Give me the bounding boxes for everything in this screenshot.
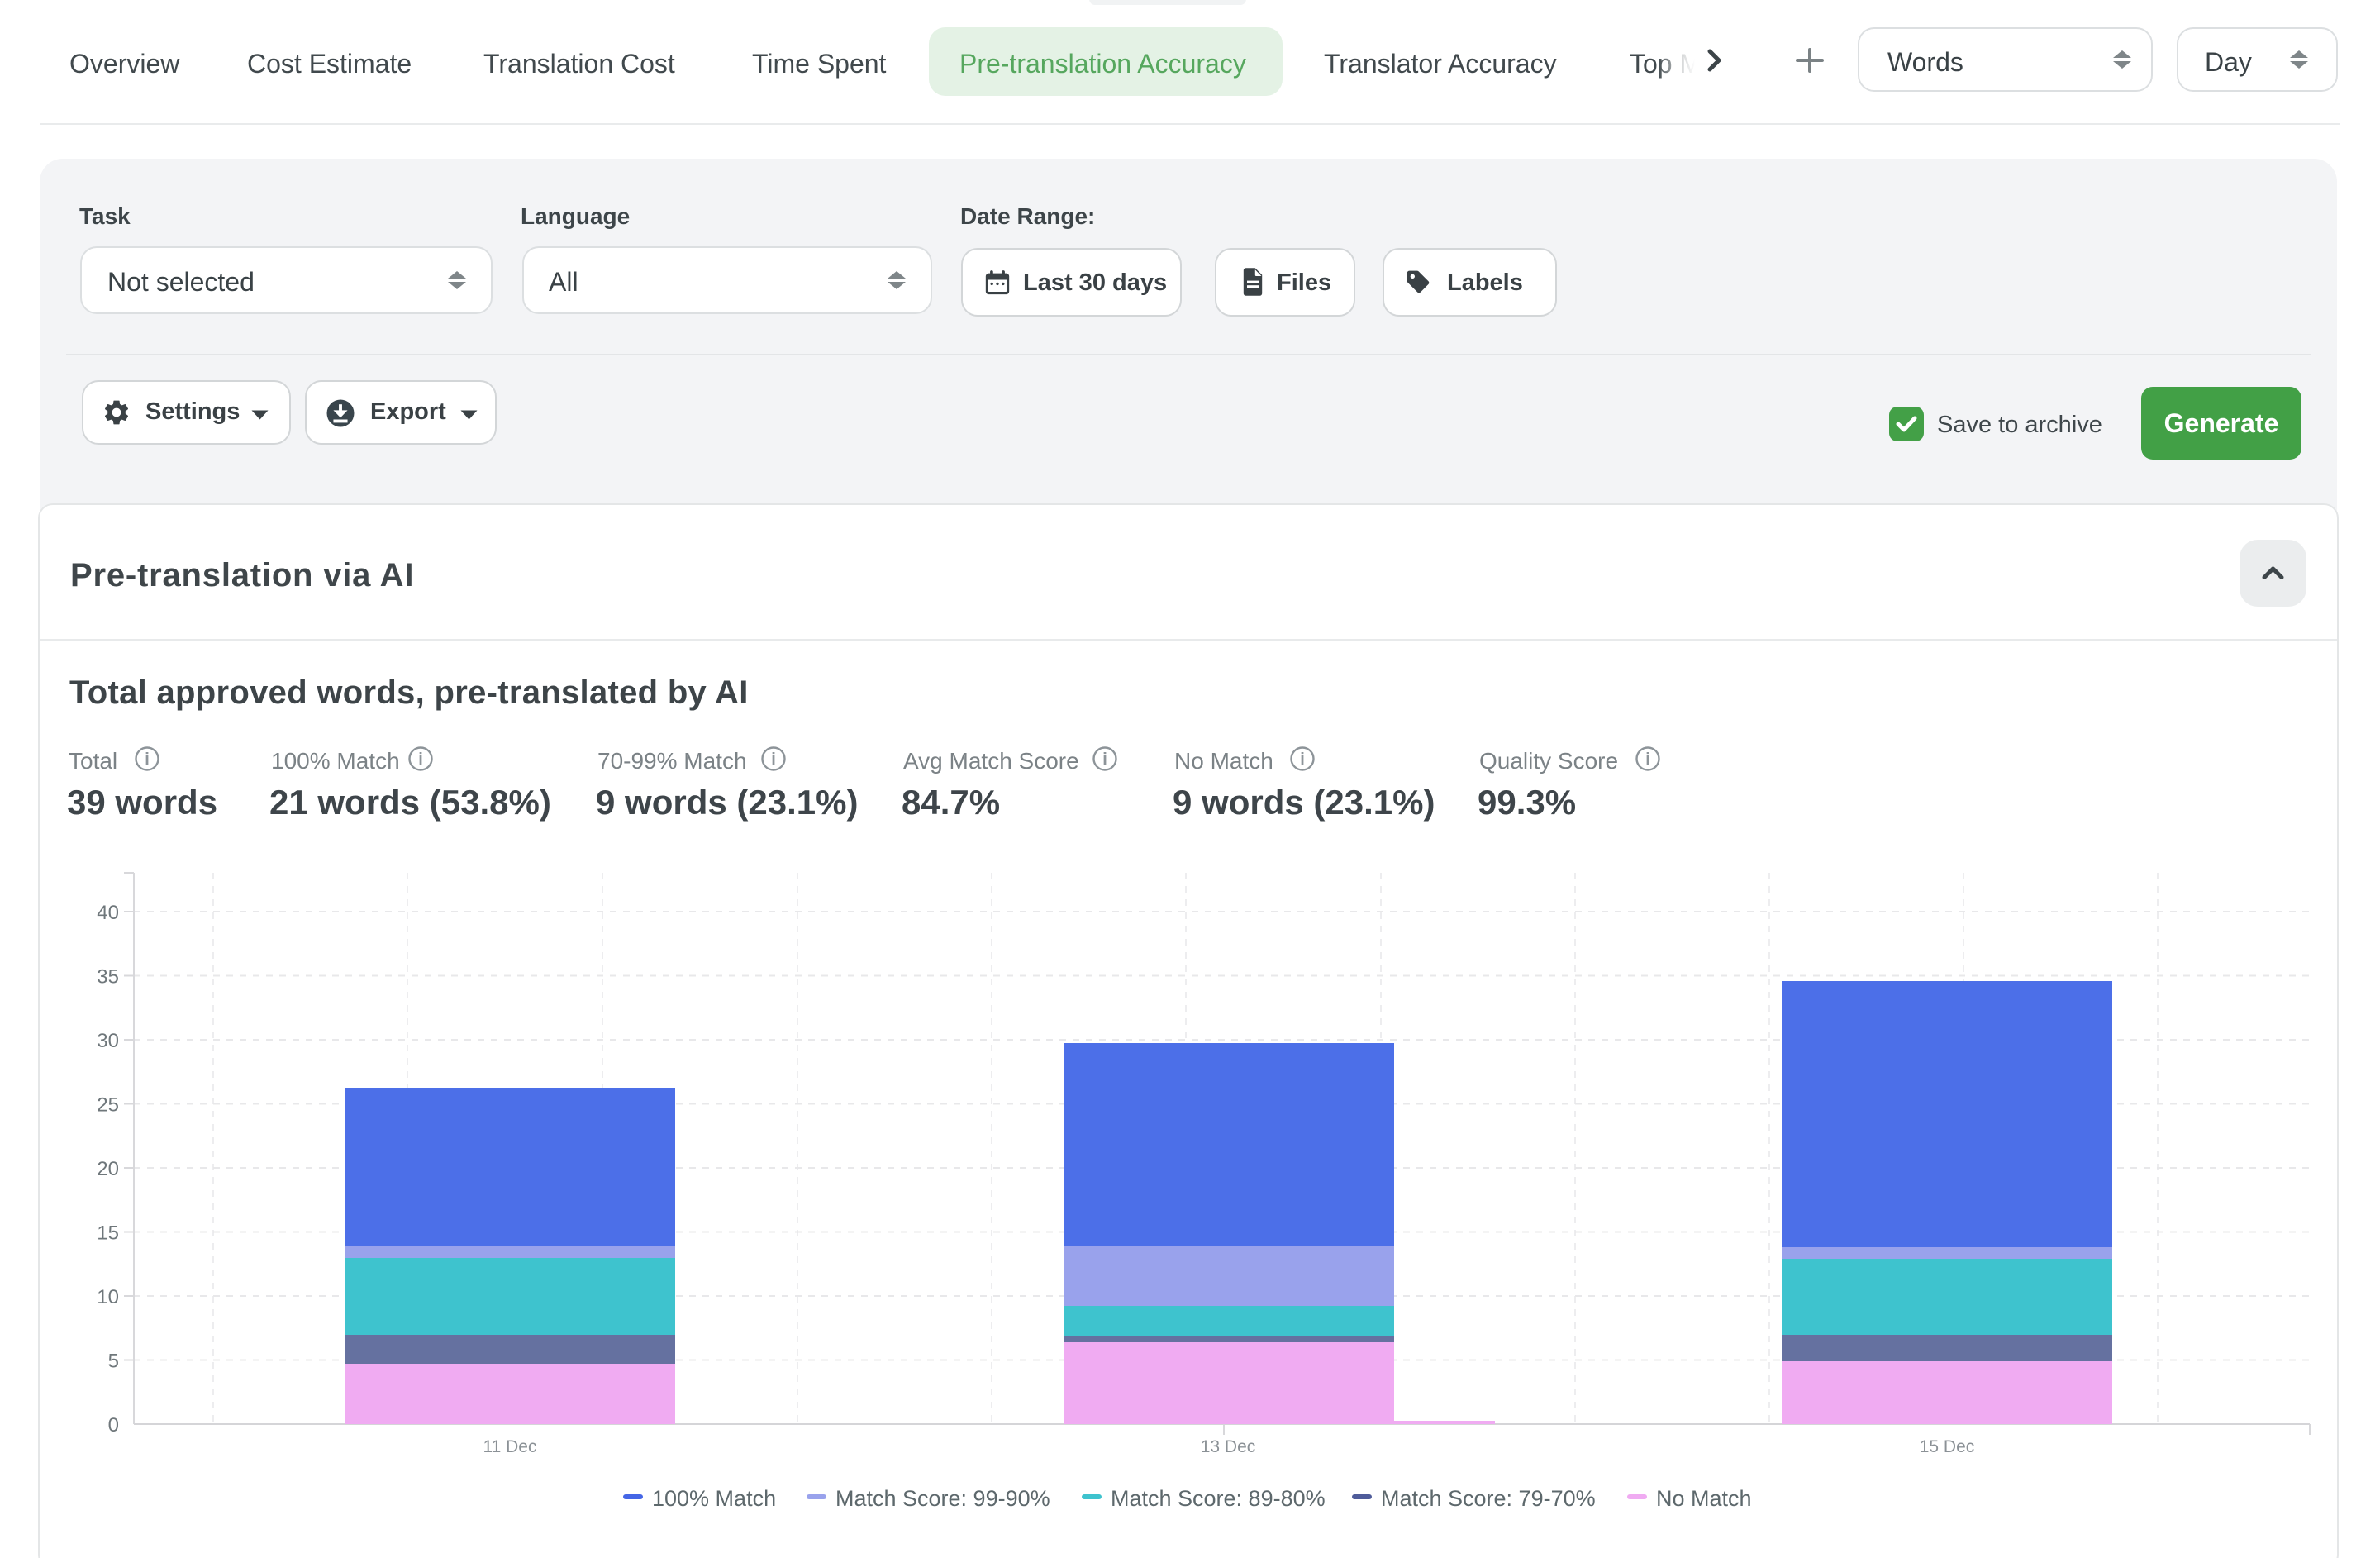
svg-text:0: 0 — [108, 1414, 119, 1437]
svg-text:10: 10 — [97, 1286, 119, 1308]
svg-text:30: 30 — [97, 1030, 119, 1052]
svg-text:15 Dec: 15 Dec — [1920, 1437, 1975, 1456]
svg-text:Match Score: 99-90%: Match Score: 99-90% — [835, 1486, 1050, 1511]
svg-text:Match Score: 79-70%: Match Score: 79-70% — [1381, 1486, 1596, 1511]
svg-text:40: 40 — [97, 902, 119, 924]
svg-text:15: 15 — [97, 1222, 119, 1245]
svg-text:No Match: No Match — [1656, 1486, 1752, 1511]
svg-text:i: i — [771, 750, 776, 769]
svg-text:i: i — [1102, 750, 1107, 769]
svg-text:20: 20 — [97, 1158, 119, 1180]
svg-text:100% Match: 100% Match — [652, 1486, 776, 1511]
svg-text:i: i — [145, 750, 150, 769]
svg-text:11 Dec: 11 Dec — [483, 1437, 537, 1456]
svg-text:i: i — [1645, 750, 1650, 769]
svg-text:i: i — [1300, 750, 1305, 769]
svg-text:35: 35 — [97, 966, 119, 989]
svg-text:13 Dec: 13 Dec — [1201, 1437, 1256, 1456]
svg-text:25: 25 — [97, 1094, 119, 1117]
svg-text:Match Score: 89-80%: Match Score: 89-80% — [1111, 1486, 1326, 1511]
svg-text:5: 5 — [108, 1351, 119, 1373]
svg-text:i: i — [418, 750, 423, 769]
